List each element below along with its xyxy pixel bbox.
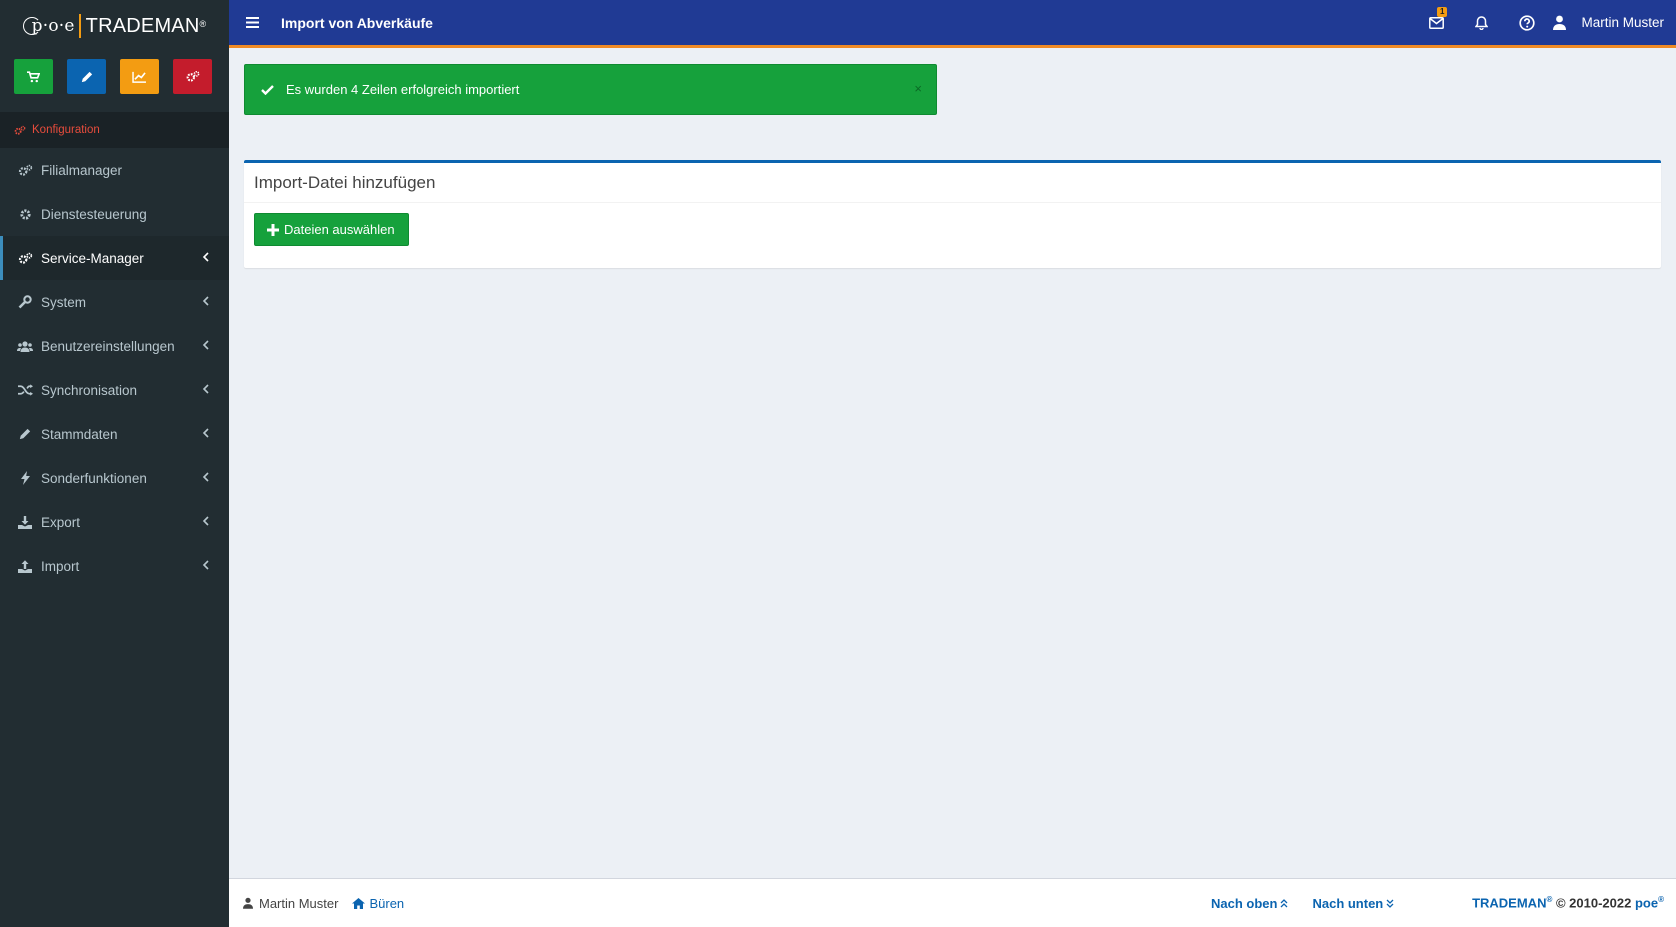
messages-badge: 1 xyxy=(1437,7,1448,17)
hamburger-icon xyxy=(245,17,259,28)
footer-user: Martin Muster xyxy=(243,896,338,911)
chevron-left-icon xyxy=(202,516,209,526)
cogs-icon xyxy=(18,252,32,264)
top-navbar: Import von Abverkäufe 1 Martin Muster xyxy=(229,0,1676,48)
footer: Martin Muster Büren Nach oben Nach unten… xyxy=(229,878,1676,927)
sidebar: p·o·e TRADEMAN ® Konfiguration Filialmana… xyxy=(0,0,229,927)
quick-edit-button[interactable] xyxy=(67,59,106,94)
chart-icon xyxy=(132,71,146,83)
user-name: Martin Muster xyxy=(1581,15,1664,30)
quick-settings-button[interactable] xyxy=(173,59,212,94)
cart-icon xyxy=(27,70,40,82)
box-title: Import-Datei hinzufügen xyxy=(244,163,1661,203)
chevron-left-icon xyxy=(202,252,209,262)
footer-location: Büren xyxy=(369,895,405,911)
sidebar-item-export[interactable]: Export xyxy=(0,500,229,544)
footer-nav: Nach oben Nach unten xyxy=(1211,896,1394,911)
navbar-right: 1 Martin Muster xyxy=(1414,0,1676,45)
user-icon xyxy=(1553,15,1567,30)
logo-trademan: TRADEMAN xyxy=(85,14,200,37)
help-button[interactable] xyxy=(1504,0,1549,45)
sidebar-item-label: Sonderfunktionen xyxy=(41,470,147,486)
check-icon xyxy=(261,84,274,95)
sidebar-item-label: Dienstesteuerung xyxy=(41,206,147,222)
notifications-button[interactable] xyxy=(1459,0,1504,45)
users-icon xyxy=(17,340,33,352)
sidebar-section-konfiguration: Konfiguration xyxy=(0,112,229,148)
scroll-to-bottom-link[interactable]: Nach unten xyxy=(1312,896,1394,911)
quick-cart-button[interactable] xyxy=(14,59,53,94)
sidebar-item-label: Benutzereinstellungen xyxy=(41,338,175,354)
sidebar-menu: Filialmanager Dienstesteuerung Service-M… xyxy=(0,148,229,588)
sidebar-toggle-button[interactable] xyxy=(229,17,275,28)
pencil-icon xyxy=(81,71,92,82)
sidebar-item-stammdaten[interactable]: Stammdaten xyxy=(0,412,229,456)
chevron-left-icon xyxy=(202,560,209,570)
sidebar-item-label: Filialmanager xyxy=(41,162,123,178)
download-icon xyxy=(18,515,32,529)
select-files-label: Dateien auswählen xyxy=(284,222,395,237)
cog-icon xyxy=(19,208,31,220)
shuffle-icon xyxy=(17,384,33,396)
alert-message: Es wurden 4 Zeilen erfolgreich importier… xyxy=(286,82,520,97)
cogs-icon xyxy=(18,164,32,176)
scroll-to-top-link[interactable]: Nach oben xyxy=(1211,896,1288,911)
chevron-left-icon xyxy=(202,384,209,394)
logo-poe: p·o·e xyxy=(22,16,75,36)
cogs-icon xyxy=(186,70,199,82)
question-circle-icon xyxy=(1519,14,1535,31)
home-icon xyxy=(352,897,366,909)
sidebar-item-label: Export xyxy=(41,514,81,530)
bell-icon xyxy=(1475,15,1489,30)
chevron-left-icon xyxy=(202,472,209,482)
success-alert: Es wurden 4 Zeilen erfolgreich importier… xyxy=(244,64,937,115)
bolt-icon xyxy=(20,471,30,485)
sidebar-item-benutzereinstellungen[interactable]: Benutzereinstellungen xyxy=(0,324,229,368)
quick-chart-button[interactable] xyxy=(120,59,159,94)
envelope-icon xyxy=(1429,16,1445,29)
import-file-box: Import-Datei hinzufügen Dateien auswähle… xyxy=(244,160,1661,268)
sidebar-item-label: Synchronisation xyxy=(41,382,138,398)
sidebar-item-sonderfunktionen[interactable]: Sonderfunktionen xyxy=(0,456,229,500)
footer-location-link[interactable]: Büren xyxy=(352,896,404,911)
app-logo[interactable]: p·o·e TRADEMAN ® xyxy=(0,0,229,52)
upload-icon xyxy=(18,559,32,573)
footer-copyright: TRADEMAN® © 2010-2022 poe® xyxy=(1472,895,1664,911)
plus-icon xyxy=(267,223,279,236)
cogs-icon xyxy=(14,125,26,135)
user-menu[interactable]: Martin Muster xyxy=(1549,15,1676,30)
wrench-icon xyxy=(18,295,32,309)
sidebar-item-synchronisation[interactable]: Synchronisation xyxy=(0,368,229,412)
alert-close-button[interactable]: × xyxy=(914,81,922,96)
chevron-left-icon xyxy=(202,428,209,438)
page-title: Import von Abverkäufe xyxy=(281,14,433,31)
sidebar-item-label: System xyxy=(41,294,87,310)
sidebar-item-system[interactable]: System xyxy=(0,280,229,324)
chevron-left-icon xyxy=(202,296,209,306)
messages-button[interactable]: 1 xyxy=(1414,0,1459,45)
sidebar-item-import[interactable]: Import xyxy=(0,544,229,588)
sidebar-item-label: Stammdaten xyxy=(41,426,118,442)
user-icon xyxy=(243,897,253,909)
select-files-button[interactable]: Dateien auswählen xyxy=(254,213,409,246)
double-chevron-up-icon xyxy=(1281,898,1288,907)
sidebar-item-service-manager[interactable]: Service-Manager xyxy=(0,236,229,280)
double-chevron-down-icon xyxy=(1386,899,1394,908)
pencil-icon xyxy=(19,428,31,440)
sidebar-item-label: Import xyxy=(41,558,80,574)
footer-user-name: Martin Muster xyxy=(259,895,339,911)
sidebar-item-dienstesteuerung[interactable]: Dienstesteuerung xyxy=(0,192,229,236)
sidebar-item-filialmanager[interactable]: Filialmanager xyxy=(0,148,229,192)
quick-actions xyxy=(0,52,229,104)
sidebar-item-label: Service-Manager xyxy=(41,250,144,266)
chevron-left-icon xyxy=(202,340,209,350)
main-content: Es wurden 4 Zeilen erfolgreich importier… xyxy=(229,48,1676,878)
